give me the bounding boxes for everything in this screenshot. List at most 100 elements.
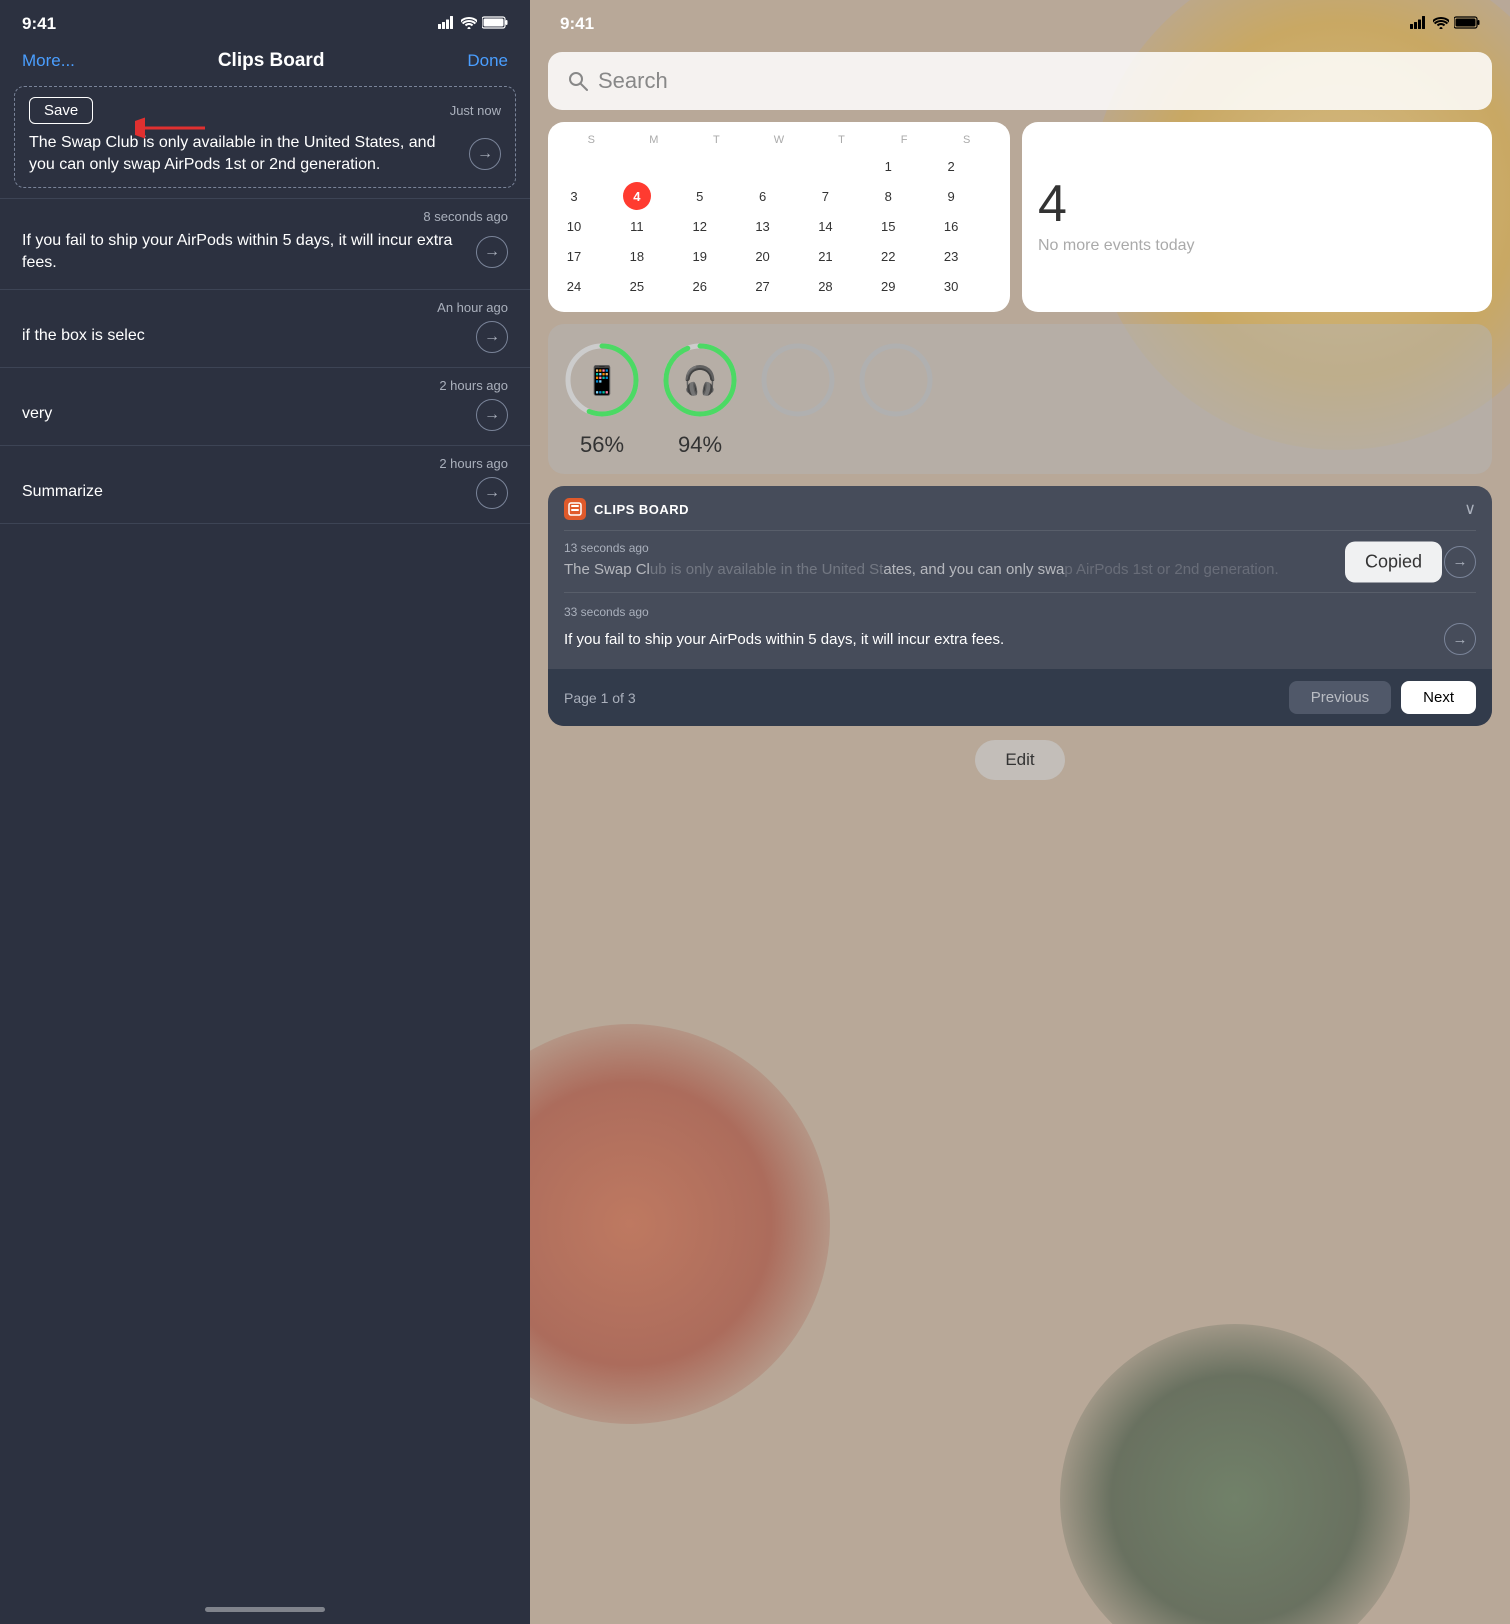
search-icon [568,71,588,91]
clip-2-arrow[interactable]: → [476,236,508,268]
clip-4-arrow[interactable]: → [476,399,508,431]
cal-cell[interactable]: 22 [874,242,902,270]
cal-cell[interactable]: 15 [874,212,902,240]
clip-highlight-box: Save Just now The Swap Club is only avai… [14,86,516,188]
clip-2-text: If you fail to ship your AirPods within … [22,230,476,275]
widget-clip-2-time: 33 seconds ago [564,605,1476,619]
edit-button[interactable]: Edit [975,740,1064,780]
cal-cell[interactable]: 16 [937,212,965,240]
cal-day-label: W [765,134,793,146]
left-status-bar: 9:41 [0,0,530,42]
cal-cell[interactable]: 28 [811,272,839,300]
battery-ring-empty2 [856,340,936,420]
clip-3-row: if the box is selec → [22,321,508,367]
cal-cell[interactable]: 13 [749,212,777,240]
widget-clip-2-text: If you fail to ship your AirPods within … [564,629,1434,650]
cal-cell[interactable]: 3 [560,182,588,210]
search-widget[interactable]: Search [548,52,1492,110]
cal-cell[interactable]: 9 [937,182,965,210]
event-no-events: No more events today [1038,236,1476,257]
clip-1-content: The Swap Club is only available in the U… [29,132,501,177]
right-panel: 9:41 Search SMTWTFS 12345678910111213141… [530,0,1510,1624]
widget-clip-item-2[interactable]: 33 seconds ago If you fail to ship your … [548,593,1492,669]
battery-icon-left [482,16,508,32]
clips-widget-title-text: CLIPS BOARD [594,502,689,517]
signal-icon [438,16,456,32]
cal-cell[interactable]: 7 [811,182,839,210]
left-nav-bar: More... Clips Board Done [0,42,530,86]
done-button[interactable]: Done [467,51,508,71]
save-button[interactable]: Save [29,97,93,124]
clips-pagination: Page 1 of 3 Previous Next [548,669,1492,726]
cal-day-label: S [577,134,605,146]
widget-clip-1-text: The Swap Club is only available in the U… [564,559,1476,580]
clips-widget-title-row: CLIPS BOARD [564,498,689,520]
cal-cell[interactable]: 18 [623,242,651,270]
wifi-icon [461,17,477,32]
clip-3-text: if the box is selec [22,325,476,347]
previous-button[interactable]: Previous [1289,681,1391,714]
clips-widget-chevron-icon[interactable]: ∨ [1464,499,1476,519]
nav-title: Clips Board [218,50,325,72]
left-time: 9:41 [22,14,56,34]
clip-3-arrow[interactable]: → [476,321,508,353]
cal-cell[interactable]: 4 [623,182,651,210]
clips-widget-icon [564,498,586,520]
cal-day-label: F [890,134,918,146]
cal-cell[interactable]: 5 [686,182,714,210]
widget-clip-item-1[interactable]: 13 seconds ago The Swap Club is only ava… [548,531,1492,592]
cal-cell[interactable]: 14 [811,212,839,240]
cal-cell [686,152,714,180]
widget-clip-2-arrow[interactable]: → [1444,623,1476,655]
more-button[interactable]: More... [22,51,75,71]
cal-day-label: S [953,134,981,146]
cal-cell[interactable]: 21 [811,242,839,270]
clip-1-arrow[interactable]: → [469,138,501,170]
battery-circle-empty2 [856,340,936,420]
cal-day-labels: SMTWTFS [560,134,998,146]
cal-cell[interactable]: 10 [560,212,588,240]
cal-cell[interactable]: 27 [749,272,777,300]
right-time: 9:41 [560,14,594,34]
bg-decoration-2 [530,1024,830,1424]
cal-cell[interactable]: 1 [874,152,902,180]
widget-clip-1-time: 13 seconds ago [564,541,1476,555]
cal-cell[interactable]: 29 [874,272,902,300]
battery-circle-airpods: 🎧 [660,340,740,420]
clip-1-time: Just now [450,103,501,118]
cal-cell[interactable]: 6 [749,182,777,210]
clips-widget: CLIPS BOARD ∨ 13 seconds ago The Swap Cl… [548,486,1492,726]
cal-cell[interactable]: 19 [686,242,714,270]
clip-item-5: 2 hours ago Summarize → [0,446,530,523]
widget-clip-1-arrow[interactable]: → [1444,546,1476,578]
cal-cell[interactable]: 30 [937,272,965,300]
cal-cell[interactable]: 23 [937,242,965,270]
cal-cell[interactable]: 24 [560,272,588,300]
mini-widgets-row: SMTWTFS 12345678910111213141516171819202… [548,122,1492,312]
cal-cell [811,152,839,180]
copied-badge: Copied [1345,541,1442,582]
cal-cell[interactable]: 20 [749,242,777,270]
cal-cell[interactable]: 26 [686,272,714,300]
right-signal-icon [1410,16,1428,32]
next-button[interactable]: Next [1401,681,1476,714]
clip-item-2: 8 seconds ago If you fail to ship your A… [0,199,530,289]
battery-labels-row: 56% 94% [562,432,1478,458]
phone-icon: 📱 [585,364,620,397]
cal-cell[interactable]: 2 [937,152,965,180]
airpods-icon: 🎧 [683,364,718,397]
cal-cell[interactable]: 17 [560,242,588,270]
clip-5-time: 2 hours ago [22,446,508,477]
clip-1-text: The Swap Club is only available in the U… [29,132,459,177]
cal-cell[interactable]: 25 [623,272,651,300]
battery-circles-row: 📱 🎧 [562,340,1478,420]
cal-cell[interactable]: 11 [623,212,651,240]
clips-widget-header: CLIPS BOARD ∨ [548,486,1492,530]
cal-cell[interactable]: 8 [874,182,902,210]
cal-cell[interactable]: 12 [686,212,714,240]
battery-circle-empty1 [758,340,838,420]
cal-grid: 1234567891011121314151617181920212223242… [560,152,998,300]
bg-decoration-3 [1060,1324,1410,1624]
clip-5-arrow[interactable]: → [476,477,508,509]
clip-2-row: If you fail to ship your AirPods within … [22,230,508,289]
